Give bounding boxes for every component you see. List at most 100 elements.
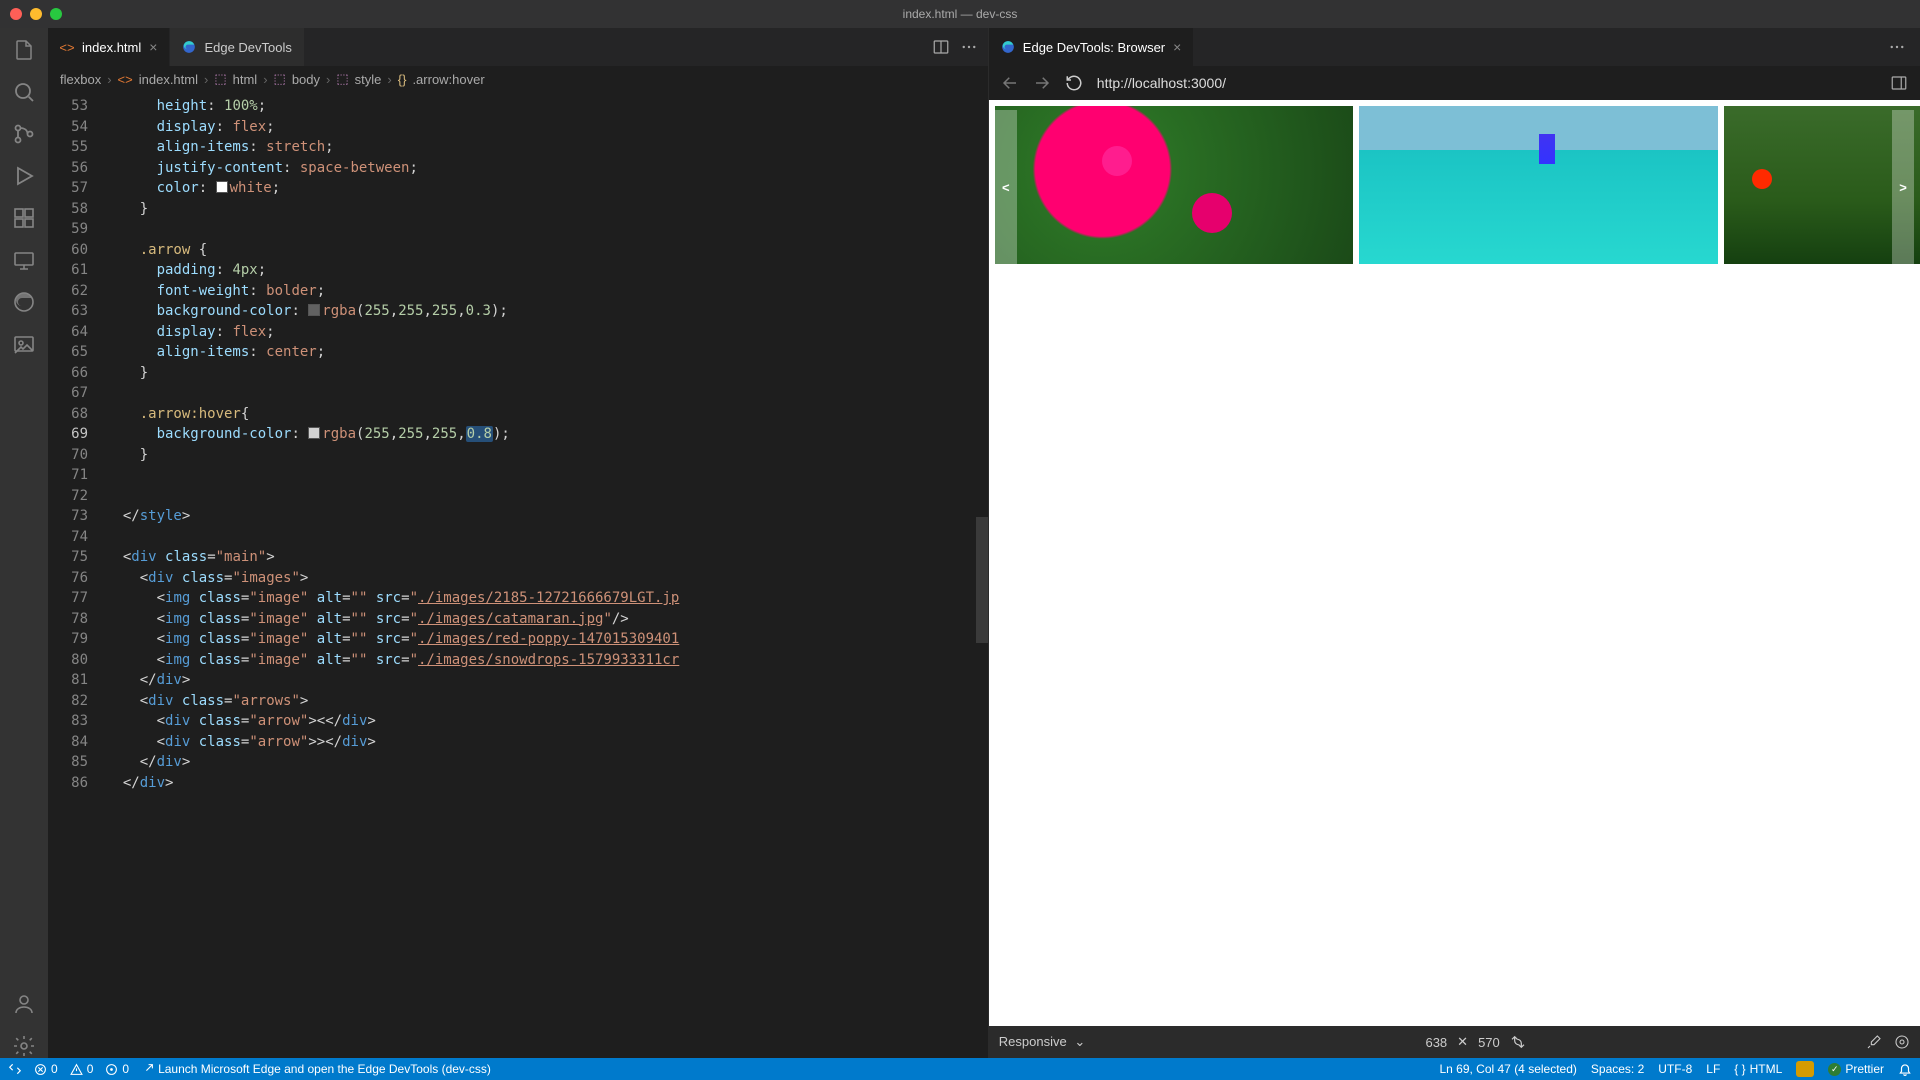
devtools-tabs: Edge DevTools: Browser ×: [989, 28, 1920, 66]
preview-image: [995, 106, 1353, 264]
settings-gear-icon[interactable]: [12, 1034, 36, 1058]
tag-icon: ⬚: [214, 71, 226, 87]
editor-group-left: <> index.html × Edge DevTools flexbox: [48, 28, 989, 1058]
activity-bar: [0, 28, 48, 1058]
chevron-right-icon: ›: [387, 72, 391, 87]
warnings-count: 0: [87, 1062, 94, 1076]
more-actions-icon[interactable]: [960, 38, 978, 56]
brace-icon: { }: [1734, 1062, 1745, 1076]
line-number-gutter: 5354555657585960616263646566676869707172…: [48, 92, 106, 1058]
language-mode[interactable]: { } HTML: [1734, 1062, 1782, 1076]
tab-edge-devtools[interactable]: Edge DevTools: [170, 28, 304, 66]
minimize-window-button[interactable]: [30, 8, 42, 20]
carousel-prev-button[interactable]: <: [995, 110, 1017, 265]
tab-label: index.html: [82, 40, 141, 55]
preview-image: [1359, 106, 1717, 264]
run-debug-icon[interactable]: [12, 164, 36, 188]
viewport-height[interactable]: 570: [1478, 1035, 1500, 1050]
breadcrumb-item[interactable]: index.html: [139, 72, 198, 87]
brace-icon: {}: [398, 72, 407, 87]
launch-hint[interactable]: Launch Microsoft Edge and open the Edge …: [141, 1062, 491, 1076]
edge-tools-icon[interactable]: [12, 290, 36, 314]
ports-indicator[interactable]: 0: [105, 1062, 129, 1076]
edge-icon: [182, 40, 196, 54]
editor-group-right: Edge DevTools: Browser × http://localhos…: [989, 28, 1920, 1058]
prettier-status[interactable]: ✓ Prettier: [1828, 1062, 1884, 1076]
window-controls: [10, 8, 62, 20]
overview-ruler[interactable]: [976, 92, 988, 1058]
language-label: HTML: [1750, 1062, 1783, 1076]
breadcrumb-item[interactable]: body: [292, 72, 320, 87]
errors-count: 0: [51, 1062, 58, 1076]
media-icon[interactable]: [12, 332, 36, 356]
preview-gallery: [989, 100, 1920, 270]
breadcrumb-item[interactable]: flexbox: [60, 72, 101, 87]
preview-image: [1724, 106, 1920, 264]
tab-devtools-browser[interactable]: Edge DevTools: Browser ×: [989, 28, 1195, 66]
chevron-right-icon: ›: [107, 72, 111, 87]
problems-warnings[interactable]: 0: [70, 1062, 94, 1076]
eyedropper-icon[interactable]: [1866, 1034, 1882, 1050]
inspect-icon[interactable]: [1894, 1034, 1910, 1050]
code-editor[interactable]: 5354555657585960616263646566676869707172…: [48, 92, 988, 1058]
device-toolbar: Responsive ⌄ 638 ✕ 570: [989, 1026, 1920, 1058]
tag-icon: ⬚: [274, 71, 286, 87]
device-mode-select[interactable]: Responsive ⌄: [999, 1034, 1085, 1050]
eol[interactable]: LF: [1706, 1062, 1720, 1076]
dimension-separator-icon: ✕: [1457, 1034, 1468, 1050]
check-icon: ✓: [1828, 1063, 1841, 1076]
viewport-width[interactable]: 638: [1425, 1035, 1447, 1050]
tab-label: Edge DevTools: Browser: [1023, 40, 1165, 55]
cursor-position[interactable]: Ln 69, Col 47 (4 selected): [1439, 1062, 1576, 1076]
tab-index-html[interactable]: <> index.html ×: [48, 28, 170, 66]
explorer-icon[interactable]: [12, 38, 36, 62]
editor-tabs: <> index.html × Edge DevTools: [48, 28, 988, 66]
close-tab-icon[interactable]: ×: [149, 39, 157, 55]
workbench: <> index.html × Edge DevTools flexbox: [0, 28, 1920, 1058]
breadcrumb-item[interactable]: .arrow:hover: [412, 72, 484, 87]
reload-icon[interactable]: [1065, 74, 1085, 92]
problems-errors[interactable]: 0: [34, 1062, 58, 1076]
browser-nav-bar: http://localhost:3000/: [989, 66, 1920, 100]
breadcrumb-item[interactable]: html: [233, 72, 258, 87]
title-bar: index.html — dev-css: [0, 0, 1920, 28]
close-window-button[interactable]: [10, 8, 22, 20]
device-mode-label: Responsive: [999, 1034, 1067, 1049]
tab-label: Edge DevTools: [204, 40, 291, 55]
dock-icon[interactable]: [1890, 74, 1908, 92]
carousel-next-button[interactable]: >: [1892, 110, 1914, 265]
html-file-icon: <>: [60, 40, 74, 54]
remote-indicator[interactable]: [8, 1062, 22, 1076]
html-file-icon: <>: [118, 72, 133, 87]
notifications-icon[interactable]: [1898, 1062, 1912, 1076]
tag-icon: ⬚: [336, 71, 348, 87]
status-badge[interactable]: [1796, 1061, 1814, 1077]
breadcrumbs[interactable]: flexbox › <> index.html › ⬚ html › ⬚ bod…: [48, 66, 988, 92]
search-icon[interactable]: [12, 80, 36, 104]
breadcrumb-item[interactable]: style: [355, 72, 382, 87]
close-tab-icon[interactable]: ×: [1173, 39, 1181, 55]
split-editor-icon[interactable]: [932, 38, 950, 56]
chevron-right-icon: ›: [263, 72, 267, 87]
edge-icon: [1001, 40, 1015, 54]
more-actions-icon[interactable]: [1888, 38, 1906, 56]
browser-viewport[interactable]: < >: [989, 100, 1920, 1026]
indentation[interactable]: Spaces: 2: [1591, 1062, 1644, 1076]
extensions-icon[interactable]: [12, 206, 36, 230]
status-bar: 0 0 0 Launch Microsoft Edge and open the…: [0, 1058, 1920, 1080]
source-control-icon[interactable]: [12, 122, 36, 146]
maximize-window-button[interactable]: [50, 8, 62, 20]
chevron-down-icon: ⌄: [1074, 1034, 1085, 1049]
scrollbar-thumb[interactable]: [976, 517, 988, 643]
ports-count: 0: [122, 1062, 129, 1076]
chevron-right-icon: ›: [326, 72, 330, 87]
remote-explorer-icon[interactable]: [12, 248, 36, 272]
encoding[interactable]: UTF-8: [1658, 1062, 1692, 1076]
launch-hint-text: Launch Microsoft Edge and open the Edge …: [158, 1062, 491, 1076]
back-icon[interactable]: [1001, 74, 1021, 92]
code-content[interactable]: height: 100%; display: flex; align-items…: [106, 92, 976, 1058]
forward-icon[interactable]: [1033, 74, 1053, 92]
rotate-icon[interactable]: [1510, 1034, 1526, 1050]
accounts-icon[interactable]: [12, 992, 36, 1016]
url-bar[interactable]: http://localhost:3000/: [1097, 75, 1878, 91]
